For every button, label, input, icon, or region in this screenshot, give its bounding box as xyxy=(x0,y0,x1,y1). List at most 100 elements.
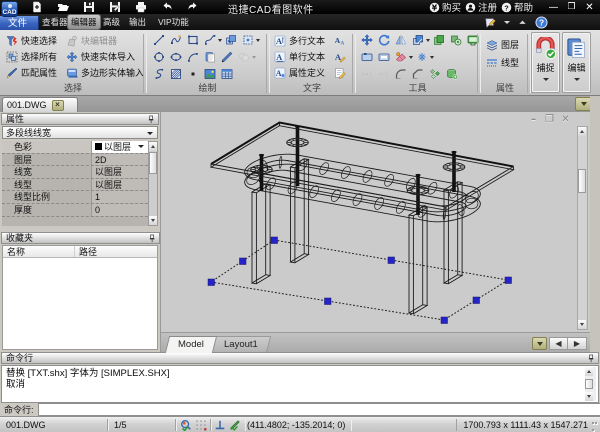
property-grid-scrollbar[interactable] xyxy=(148,141,158,226)
cad-drawing[interactable] xyxy=(161,112,590,332)
linetype-button[interactable]: 线型 xyxy=(486,55,519,70)
command-input[interactable] xyxy=(38,403,600,416)
tab-advanced[interactable]: 高级 xyxy=(101,15,122,29)
tab-vip[interactable]: VIP功能 xyxy=(156,15,191,29)
scroll-down-icon[interactable] xyxy=(578,320,586,329)
property-row-linetype[interactable]: 线型以图层 xyxy=(2,179,148,192)
edit-button[interactable]: 编辑 xyxy=(562,32,591,93)
buy-button[interactable]: 购买 xyxy=(429,0,461,14)
close-button[interactable]: ✕ xyxy=(581,1,598,14)
scroll-up-icon[interactable] xyxy=(578,127,586,136)
file-menu-button[interactable]: 文件 xyxy=(0,16,39,30)
tab-editor[interactable]: 编辑器 xyxy=(68,15,100,29)
insert-block-button[interactable] xyxy=(225,34,240,46)
dropdown-icon[interactable] xyxy=(256,39,260,42)
feedback-pencil-icon[interactable] xyxy=(484,16,497,29)
edit-dropdown-icon[interactable] xyxy=(574,78,580,81)
minimize-button[interactable]: — xyxy=(545,1,562,14)
mirror-button[interactable] xyxy=(395,34,410,46)
scroll-up-icon[interactable] xyxy=(149,142,157,151)
circle-button[interactable] xyxy=(153,51,168,63)
help-button[interactable]: 帮助 xyxy=(501,0,533,14)
rotate-button[interactable] xyxy=(378,34,393,46)
polygon-entity-input-button[interactable]: 多边形实体输入 xyxy=(66,65,144,80)
register-button[interactable]: 注册 xyxy=(465,0,497,14)
property-row-lineweight[interactable]: 线宽以图层 xyxy=(2,166,148,179)
property-row-thickness[interactable]: 厚度0 xyxy=(2,204,148,217)
arc-button[interactable] xyxy=(187,51,202,63)
ortho-icon[interactable] xyxy=(214,419,226,431)
block-green2-button[interactable] xyxy=(454,51,469,63)
text-edit-button[interactable] xyxy=(334,49,346,64)
maximize-button[interactable]: ❐ xyxy=(563,1,580,14)
scroll-down-icon[interactable] xyxy=(585,392,593,401)
copy-clip-button[interactable] xyxy=(204,51,219,63)
rect-tool2-button[interactable] xyxy=(378,51,393,63)
snap-dropdown-icon[interactable] xyxy=(543,78,549,81)
hatch-button[interactable] xyxy=(170,68,185,80)
scrollbar-thumb[interactable] xyxy=(578,169,586,193)
quick-entity-import-button[interactable]: 快速实体导入 xyxy=(66,49,135,64)
chamfer-button[interactable] xyxy=(412,68,427,80)
canvas-vertical-scrollbar[interactable] xyxy=(577,126,588,330)
layout-list-dropdown-icon[interactable] xyxy=(532,337,547,350)
tab-viewer[interactable]: 查看器 xyxy=(40,15,70,29)
line-button[interactable] xyxy=(153,34,168,46)
new-file-icon[interactable] xyxy=(31,1,43,13)
text-style-button[interactable] xyxy=(334,33,346,48)
spline2-button[interactable] xyxy=(153,68,168,80)
feedback-dropdown-icon[interactable] xyxy=(504,21,510,24)
tab-output[interactable]: 输出 xyxy=(127,15,148,29)
doc-restore-icon[interactable]: ❐ xyxy=(543,114,556,125)
move-button[interactable] xyxy=(361,34,376,46)
rect-button[interactable] xyxy=(187,34,202,46)
scrollbar-thumb[interactable] xyxy=(585,379,593,389)
stext-button[interactable]: 单行文本 xyxy=(274,49,325,64)
save-icon[interactable] xyxy=(83,1,95,13)
fillet-button[interactable] xyxy=(395,68,410,80)
snap-button[interactable]: 捕捉 xyxy=(531,32,560,93)
db-green-button[interactable] xyxy=(446,68,461,80)
scroll-up-icon[interactable] xyxy=(585,367,593,376)
dropdown-icon[interactable] xyxy=(409,56,413,59)
pin-icon[interactable] xyxy=(146,115,155,124)
tab-layout1[interactable]: Layout1 xyxy=(211,336,271,353)
explode-button[interactable] xyxy=(416,51,435,63)
scale-button[interactable] xyxy=(412,34,431,46)
command-history[interactable]: 替换 [TXT.shx] 字体为 [SIMPLEX.SHX] 取消 xyxy=(1,365,599,403)
dropdown-icon[interactable] xyxy=(252,56,256,59)
redo-icon[interactable] xyxy=(187,1,199,13)
collapse-ribbon-icon[interactable] xyxy=(517,17,528,28)
layers-button[interactable]: 图层 xyxy=(486,37,519,52)
property-row-linetype-scale[interactable]: 线型比例1 xyxy=(2,191,148,204)
grid-dots-icon[interactable] xyxy=(195,419,207,431)
tab-close-icon[interactable]: × xyxy=(52,100,64,111)
scroll-down-icon[interactable] xyxy=(149,216,157,225)
save-as-icon[interactable] xyxy=(109,1,121,13)
command-scrollbar[interactable] xyxy=(585,367,596,401)
dropdown-icon[interactable] xyxy=(218,39,222,42)
column-path[interactable]: 路径 xyxy=(75,246,97,257)
undo-icon[interactable] xyxy=(161,1,173,13)
help-circle-icon[interactable] xyxy=(535,16,548,29)
spline-button[interactable] xyxy=(204,34,223,46)
pencil-line-button[interactable] xyxy=(221,51,236,63)
open-file-icon[interactable] xyxy=(57,1,69,13)
copy-green2-button[interactable] xyxy=(437,51,452,63)
copy-green-button[interactable] xyxy=(433,34,448,46)
scroll-left-icon[interactable]: ◀ xyxy=(549,337,568,350)
scrollbar-thumb[interactable] xyxy=(149,152,157,174)
ellipse-button[interactable] xyxy=(170,51,185,63)
attr-define-button[interactable]: 属性定义 xyxy=(274,65,325,80)
drawing-canvas[interactable]: – ❐ ✕ Model Layout1 ◀ ▶ xyxy=(161,112,590,352)
attr-edit-button[interactable] xyxy=(334,65,346,80)
array-green-button[interactable] xyxy=(429,68,444,80)
boundary-button[interactable] xyxy=(242,34,261,46)
doc-close-icon[interactable]: ✕ xyxy=(559,114,572,125)
quick-select-button[interactable]: 快速选择 xyxy=(6,33,57,48)
point-button[interactable] xyxy=(187,68,202,80)
entity-type-select[interactable]: 多段线线宽 xyxy=(2,126,158,139)
document-tab[interactable]: 001.DWG × xyxy=(2,97,78,112)
zoom-ok-icon[interactable] xyxy=(180,419,192,431)
pin-icon[interactable] xyxy=(586,354,595,363)
